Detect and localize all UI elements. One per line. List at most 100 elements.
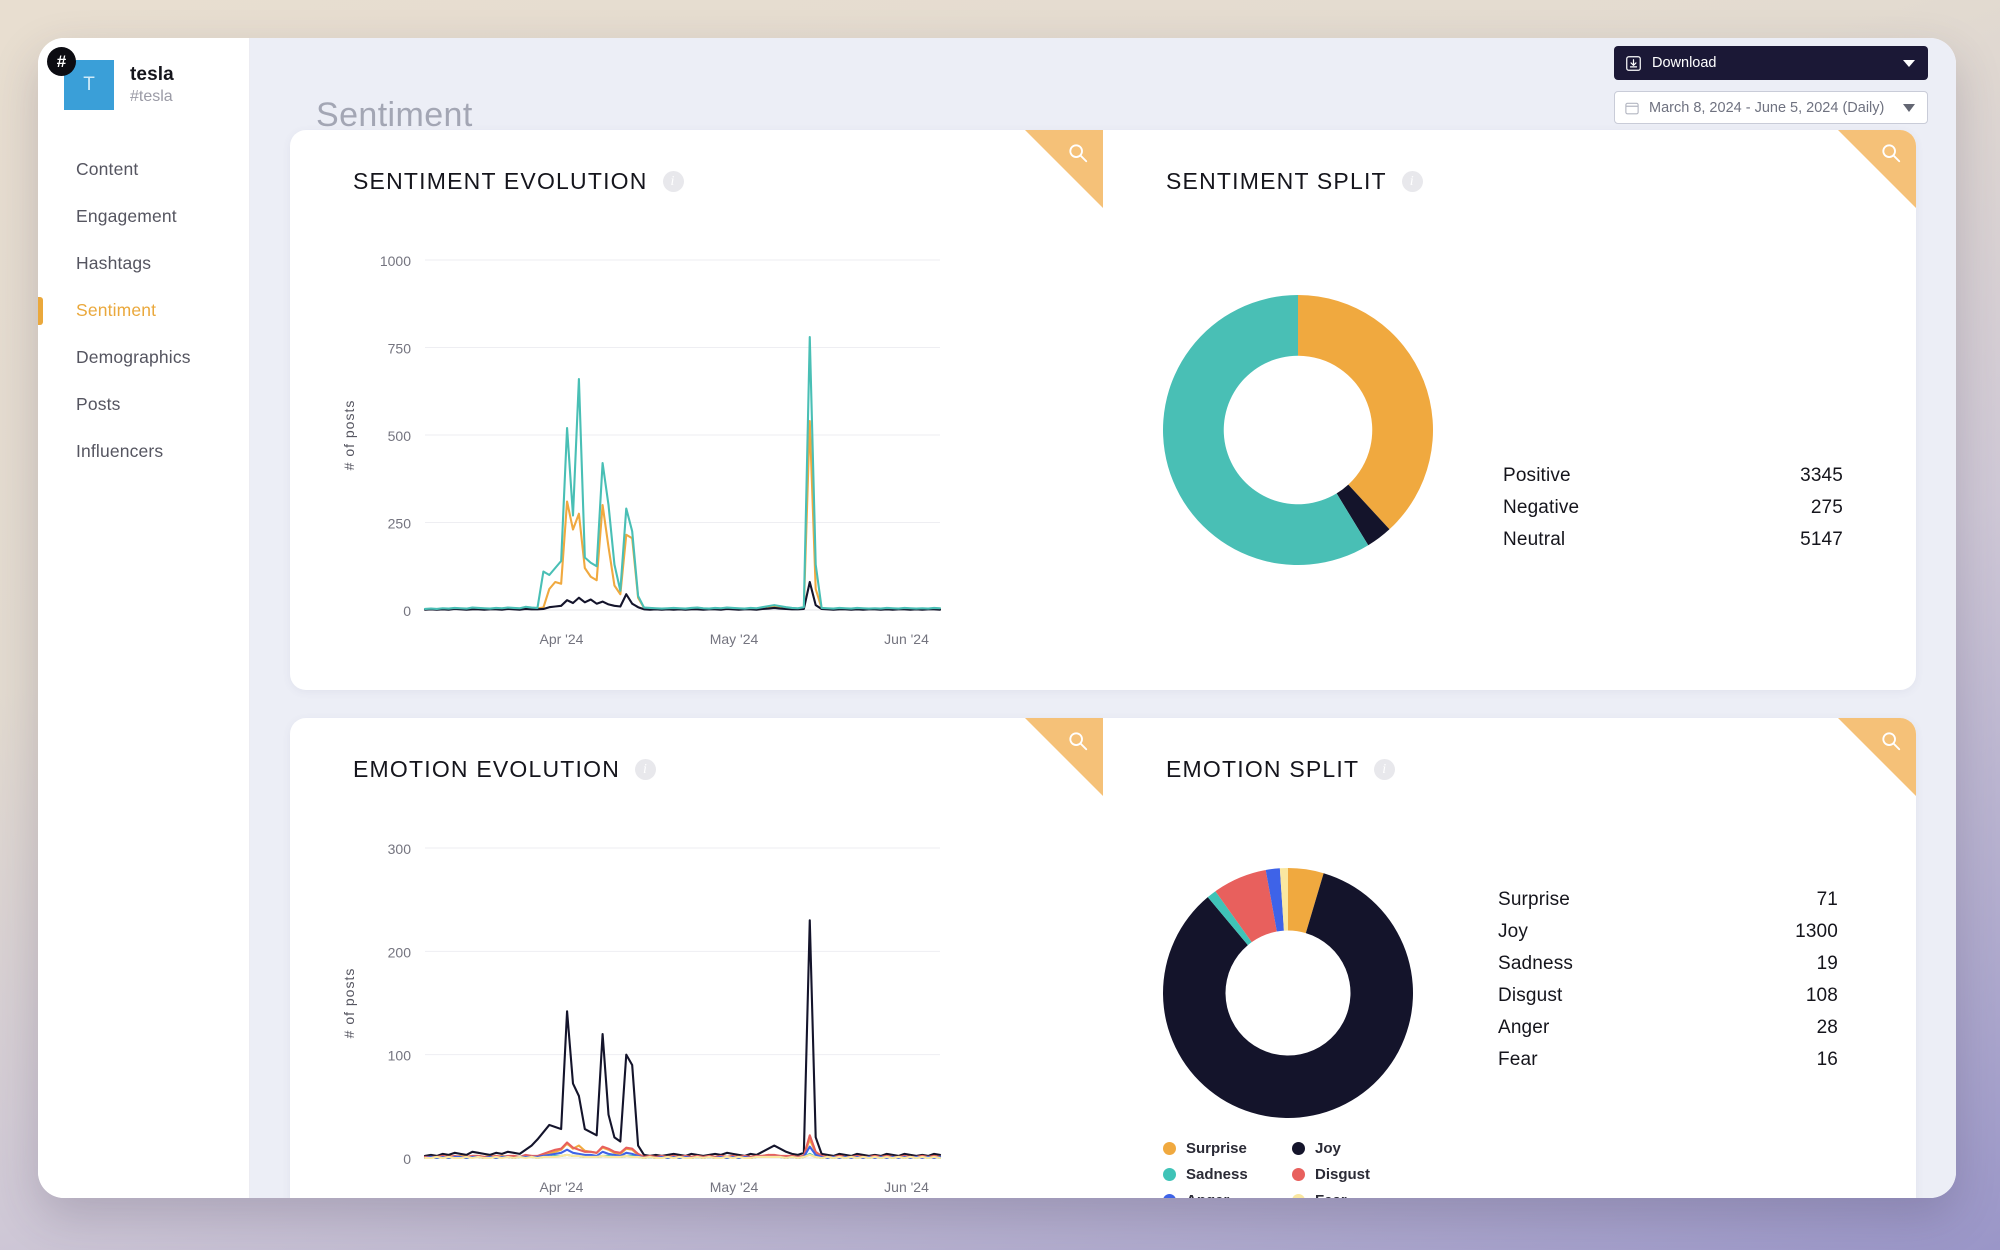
legend-item-neutral[interactable]: Neutral bbox=[1379, 688, 1454, 690]
sidebar-item-demographics[interactable]: Demographics bbox=[38, 334, 249, 381]
stat-label: Surprise bbox=[1498, 889, 1570, 910]
download-icon bbox=[1626, 55, 1641, 71]
stat-row: Surprise 71 bbox=[1498, 884, 1838, 916]
stat-value: 1300 bbox=[1795, 921, 1838, 942]
sidebar-item-hashtags[interactable]: Hashtags bbox=[38, 240, 249, 287]
legend-swatch bbox=[1163, 1194, 1176, 1198]
y-axis-tick: 300 bbox=[388, 841, 412, 857]
sentiment-evolution-expand-button[interactable] bbox=[1025, 130, 1103, 208]
sidebar-item-content[interactable]: Content bbox=[38, 146, 249, 193]
search-icon bbox=[1069, 144, 1088, 163]
emotion-card: EMOTION EVOLUTION i 0 100 200 300 # of posts… bbox=[290, 718, 1916, 1198]
panel-title-text: EMOTION SPLIT bbox=[1166, 756, 1360, 782]
sentiment-card: SENTIMENT EVOLUTION i 0 250 500 750 1000 # of… bbox=[290, 130, 1916, 690]
legend-label: Anger bbox=[1186, 1192, 1229, 1198]
stat-value: 19 bbox=[1816, 953, 1838, 974]
sidebar-item-influencers[interactable]: Influencers bbox=[38, 428, 249, 475]
brand-name: tesla bbox=[130, 63, 174, 85]
legend-label: Neutral bbox=[1021, 688, 1073, 690]
stat-row: Fear 16 bbox=[1498, 1044, 1838, 1076]
y-axis-tick: 0 bbox=[403, 1151, 411, 1167]
app-window: T # tesla #tesla Content Engagement Hash… bbox=[38, 38, 1956, 1198]
sentiment-split-expand-button[interactable] bbox=[1838, 130, 1916, 208]
info-icon[interactable]: i bbox=[1374, 759, 1396, 780]
legend-label: Fear bbox=[1315, 1192, 1347, 1198]
legend-label: Positive bbox=[791, 688, 849, 690]
y-axis-label: # of posts bbox=[341, 400, 357, 471]
legend-item-negative[interactable]: Negative bbox=[1270, 688, 1356, 690]
legend-item-anger[interactable]: Anger bbox=[1163, 1192, 1268, 1198]
stat-row: Positive 3345 bbox=[1503, 460, 1843, 492]
brand-text: tesla #tesla bbox=[130, 64, 174, 107]
legend-swatch bbox=[1292, 1142, 1305, 1155]
info-icon[interactable]: i bbox=[1401, 171, 1423, 192]
stat-value: 3345 bbox=[1800, 465, 1843, 486]
stat-label: Positive bbox=[1503, 465, 1571, 486]
date-range-picker[interactable]: March 8, 2024 - June 5, 2024 (Daily) bbox=[1614, 91, 1928, 124]
emotion-split-stats: Surprise 71 Joy 1300 Sadness 19 Disgust 108 Ange… bbox=[1498, 884, 1838, 1076]
stat-label: Fear bbox=[1498, 1049, 1538, 1070]
legend-item-joy[interactable]: Joy bbox=[1292, 1140, 1397, 1157]
legend-item-negative[interactable]: Negative bbox=[873, 688, 967, 690]
sidebar: T # tesla #tesla Content Engagement Hash… bbox=[38, 38, 250, 1198]
legend-item-positive[interactable]: Positive bbox=[1165, 688, 1246, 690]
stat-row: Negative 275 bbox=[1503, 492, 1843, 524]
emotion-split-title: EMOTION SPLIT i bbox=[1166, 756, 1396, 783]
topbar: Sentiment Download March 8, 2024 - June … bbox=[250, 38, 1956, 134]
emotion-split-donut[interactable] bbox=[1163, 868, 1413, 1123]
legend-swatch bbox=[1292, 1194, 1305, 1198]
stat-value: 5147 bbox=[1800, 529, 1843, 550]
stat-value: 71 bbox=[1816, 889, 1838, 910]
stat-label: Neutral bbox=[1503, 529, 1566, 550]
corner-triangle bbox=[1025, 130, 1103, 208]
x-axis-tick: Jun '24 bbox=[884, 1179, 929, 1195]
main-content: Sentiment Download March 8, 2024 - June … bbox=[250, 38, 1956, 1198]
legend-label: Sadness bbox=[1186, 1166, 1248, 1183]
download-button[interactable]: Download bbox=[1614, 46, 1928, 80]
sentiment-split-legend: Positive Negative Neutral bbox=[1165, 688, 1495, 690]
stat-value: 16 bbox=[1816, 1049, 1838, 1070]
emotion-evolution-chart[interactable]: 0 100 200 300 # of posts Apr '24 May '24 Jun '2… bbox=[290, 718, 1103, 1198]
sidebar-item-posts[interactable]: Posts bbox=[38, 381, 249, 428]
legend-label: Neutral bbox=[1402, 688, 1454, 690]
legend-item-positive[interactable]: Positive bbox=[760, 688, 849, 690]
stat-row: Neutral 5147 bbox=[1503, 524, 1843, 556]
y-axis-label: # of posts bbox=[341, 968, 357, 1039]
legend-item-fear[interactable]: Fear bbox=[1292, 1192, 1397, 1198]
emotion-split-legend: Surprise Joy Sadness Disgust Anger Fear bbox=[1163, 1140, 1503, 1198]
line-series-negative bbox=[423, 580, 942, 611]
legend-item-sadness[interactable]: Sadness bbox=[1163, 1166, 1268, 1183]
corner-triangle bbox=[1838, 130, 1916, 208]
sidebar-item-sentiment[interactable]: Sentiment bbox=[38, 287, 249, 334]
legend-item-surprise[interactable]: Surprise bbox=[1163, 1140, 1268, 1157]
legend-label: Negative bbox=[1293, 688, 1356, 690]
legend-item-neutral[interactable]: Neutral bbox=[990, 688, 1073, 690]
sidebar-nav: Content Engagement Hashtags Sentiment De… bbox=[38, 146, 249, 475]
search-icon bbox=[1069, 732, 1088, 751]
line-series-positive bbox=[423, 419, 942, 611]
line-series-neutral bbox=[423, 335, 942, 610]
y-axis-tick: 200 bbox=[388, 944, 412, 960]
stat-value: 108 bbox=[1805, 985, 1838, 1006]
hashtag-icon: # bbox=[47, 47, 76, 76]
stat-label: Sadness bbox=[1498, 953, 1573, 974]
stat-label: Anger bbox=[1498, 1017, 1550, 1038]
legend-item-disgust[interactable]: Disgust bbox=[1292, 1166, 1397, 1183]
donut-slice-positive[interactable] bbox=[1298, 295, 1433, 530]
sentiment-evolution-chart[interactable]: 0 250 500 750 1000 # of posts Apr '24 May '24 Ju… bbox=[290, 130, 1103, 690]
sentiment-split-donut[interactable] bbox=[1163, 295, 1433, 570]
emotion-split-expand-button[interactable] bbox=[1838, 718, 1916, 796]
stat-value: 275 bbox=[1810, 497, 1843, 518]
legend-swatch bbox=[1163, 1142, 1176, 1155]
sentiment-split-panel: SENTIMENT SPLIT i Positive Negative Neutra… bbox=[1103, 130, 1916, 690]
stat-row: Disgust 108 bbox=[1498, 980, 1838, 1012]
search-icon bbox=[1882, 144, 1901, 163]
sentiment-evolution-panel: SENTIMENT EVOLUTION i 0 250 500 750 1000 # of… bbox=[290, 130, 1103, 690]
legend-swatch bbox=[1292, 1168, 1305, 1181]
emotion-evolution-panel: EMOTION EVOLUTION i 0 100 200 300 # of posts… bbox=[290, 718, 1103, 1198]
sidebar-item-engagement[interactable]: Engagement bbox=[38, 193, 249, 240]
chevron-down-icon bbox=[1903, 103, 1915, 112]
emotion-evolution-expand-button[interactable] bbox=[1025, 718, 1103, 796]
sentiment-split-stats: Positive 3345 Negative 275 Neutral 5147 bbox=[1503, 460, 1843, 556]
panel-title-text: SENTIMENT SPLIT bbox=[1166, 168, 1387, 194]
